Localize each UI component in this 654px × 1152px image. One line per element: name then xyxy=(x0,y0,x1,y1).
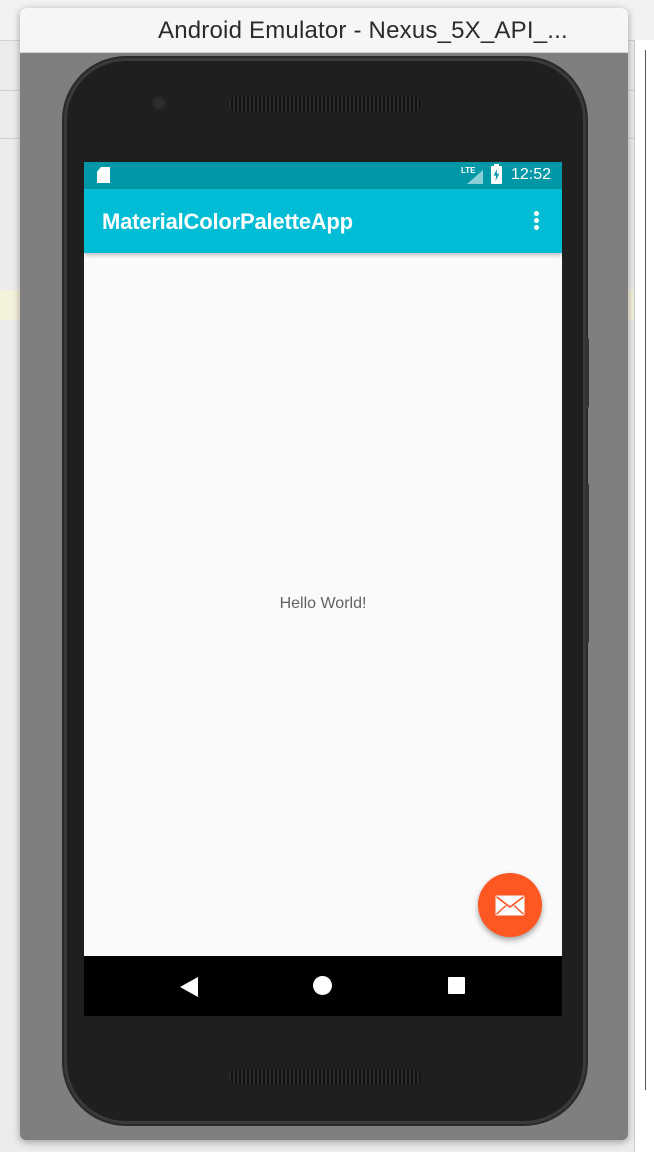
back-icon[interactable] xyxy=(180,977,198,997)
menu-dot xyxy=(534,218,539,223)
menu-dot xyxy=(534,225,539,230)
front-camera xyxy=(152,96,166,110)
mail-icon xyxy=(495,895,525,916)
floating-action-button[interactable] xyxy=(478,873,542,937)
more-vert-icon[interactable] xyxy=(524,205,548,237)
device-screen: LTE 12:52 MaterialColorPaletteApp Hello … xyxy=(84,162,562,1016)
phone-frame: LTE 12:52 MaterialColorPaletteApp Hello … xyxy=(64,58,589,1124)
volume-button[interactable] xyxy=(585,338,589,408)
app-title: MaterialColorPaletteApp xyxy=(102,209,353,234)
lte-signal-icon: LTE xyxy=(461,166,483,184)
battery-charging-icon xyxy=(491,164,502,184)
network-label: LTE xyxy=(461,166,476,175)
app-toolbar: MaterialColorPaletteApp xyxy=(84,189,562,253)
recents-icon[interactable] xyxy=(448,977,465,994)
hello-text: Hello World! xyxy=(279,595,367,612)
window-titlebar[interactable]: Android Emulator - Nexus_5X_API_... xyxy=(20,8,628,53)
menu-dot xyxy=(534,211,539,216)
navigation-bar xyxy=(84,956,562,1016)
ide-panel-border xyxy=(645,50,646,1090)
bottom-speaker xyxy=(229,1069,421,1085)
ide-side-panel xyxy=(634,40,654,1152)
status-bar[interactable]: LTE 12:52 xyxy=(84,162,562,189)
window-title: Android Emulator - Nexus_5X_API_... xyxy=(158,17,568,44)
home-icon[interactable] xyxy=(313,976,332,995)
charging-bolt-icon xyxy=(493,169,500,181)
status-time: 12:52 xyxy=(511,166,552,183)
emulator-window: Android Emulator - Nexus_5X_API_... LTE … xyxy=(20,8,628,1140)
sd-card-icon xyxy=(97,167,110,183)
top-speaker xyxy=(229,96,421,112)
power-button[interactable] xyxy=(585,483,589,643)
